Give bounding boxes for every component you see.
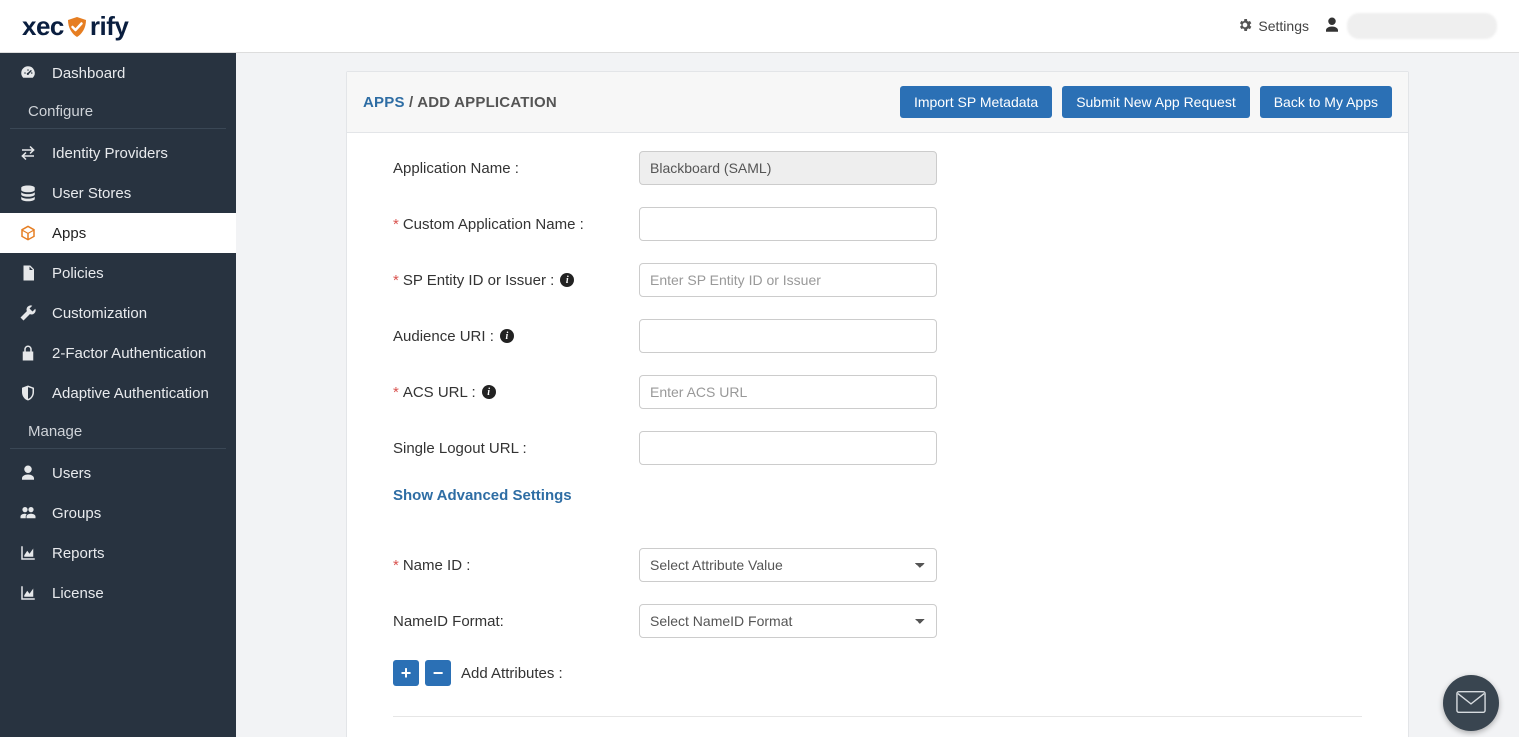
breadcrumb-current: ADD APPLICATION xyxy=(417,94,557,111)
brand-part1: xec xyxy=(22,11,64,42)
sidebar-item-dashboard[interactable]: Dashboard xyxy=(0,53,236,93)
settings-link[interactable]: Settings xyxy=(1237,17,1309,36)
import-sp-metadata-button[interactable]: Import SP Metadata xyxy=(900,86,1052,118)
chart-icon xyxy=(18,583,38,603)
shield-check-icon xyxy=(65,15,89,39)
wrench-icon xyxy=(18,303,38,323)
row-acs-url: *ACS URL : i xyxy=(393,375,1362,409)
select-nameid-format[interactable]: Select NameID Format xyxy=(639,604,937,638)
submit-new-app-button[interactable]: Submit New App Request xyxy=(1062,86,1250,118)
panel-action-buttons: Import SP Metadata Submit New App Reques… xyxy=(900,86,1392,118)
sidebar-item-adaptive-auth[interactable]: Adaptive Authentication xyxy=(0,373,236,413)
user-name-obscured xyxy=(1347,13,1497,39)
chart-icon xyxy=(18,543,38,563)
sidebar-item-label: Groups xyxy=(52,505,101,522)
input-single-logout-url[interactable] xyxy=(639,431,937,465)
sidebar-item-label: Policies xyxy=(52,265,104,282)
info-icon[interactable]: i xyxy=(560,273,574,287)
sidebar-section-manage: Manage xyxy=(10,413,226,449)
row-nameid-format: NameID Format: Select NameID Format xyxy=(393,604,1362,638)
label-add-attributes: Add Attributes : xyxy=(461,665,563,682)
input-application-name xyxy=(639,151,937,185)
sidebar-item-reports[interactable]: Reports xyxy=(0,533,236,573)
sidebar-item-license[interactable]: License xyxy=(0,573,236,613)
row-add-attributes: + − Add Attributes : xyxy=(393,660,1362,686)
label-audience-uri: Audience URI : i xyxy=(393,328,639,345)
mail-icon xyxy=(1456,690,1486,717)
sidebar-section-configure: Configure xyxy=(10,93,226,129)
label-name-id: *Name ID : xyxy=(393,557,639,574)
label-acs-url: *ACS URL : i xyxy=(393,384,639,401)
label-sp-entity-id: *SP Entity ID or Issuer : i xyxy=(393,272,639,289)
sidebar: Dashboard Configure Identity Providers U… xyxy=(0,53,236,737)
input-custom-application-name[interactable] xyxy=(639,207,937,241)
add-attribute-button[interactable]: + xyxy=(393,660,419,686)
sidebar-item-identity-providers[interactable]: Identity Providers xyxy=(0,133,236,173)
sidebar-item-apps[interactable]: Apps xyxy=(0,213,236,253)
input-audience-uri[interactable] xyxy=(639,319,937,353)
contact-mail-fab[interactable] xyxy=(1443,675,1499,731)
users-icon xyxy=(18,503,38,523)
brand-logo: xec rify xyxy=(22,11,128,42)
user-icon xyxy=(1323,16,1341,37)
breadcrumb: APPS / ADD APPLICATION xyxy=(363,94,557,111)
user-menu[interactable] xyxy=(1323,13,1497,39)
topbar: xec rify Settings xyxy=(0,0,1519,53)
row-audience-uri: Audience URI : i xyxy=(393,319,1362,353)
document-icon xyxy=(18,263,38,283)
cube-icon xyxy=(18,223,38,243)
settings-label: Settings xyxy=(1258,18,1309,34)
sidebar-item-label: User Stores xyxy=(52,185,131,202)
row-sp-entity-id: *SP Entity ID or Issuer : i xyxy=(393,263,1362,297)
sidebar-item-label: Users xyxy=(52,465,91,482)
remove-attribute-button[interactable]: − xyxy=(425,660,451,686)
shield-icon xyxy=(18,383,38,403)
database-icon xyxy=(18,183,38,203)
sidebar-item-label: Adaptive Authentication xyxy=(52,385,209,402)
add-application-panel: APPS / ADD APPLICATION Import SP Metadat… xyxy=(346,71,1409,737)
row-name-id: *Name ID : Select Attribute Value xyxy=(393,548,1362,582)
sidebar-item-user-stores[interactable]: User Stores xyxy=(0,173,236,213)
sidebar-item-label: Identity Providers xyxy=(52,145,168,162)
select-name-id[interactable]: Select Attribute Value xyxy=(639,548,937,582)
lock-icon xyxy=(18,343,38,363)
label-single-logout-url: Single Logout URL : xyxy=(393,440,639,457)
label-nameid-format: NameID Format: xyxy=(393,613,639,630)
panel-body: Application Name : *Custom Application N… xyxy=(347,133,1408,737)
label-application-name: Application Name : xyxy=(393,160,639,177)
sidebar-item-label: License xyxy=(52,585,104,602)
sidebar-item-label: 2-Factor Authentication xyxy=(52,345,206,362)
row-single-logout-url: Single Logout URL : xyxy=(393,431,1362,465)
input-sp-entity-id[interactable] xyxy=(639,263,937,297)
row-custom-application-name: *Custom Application Name : xyxy=(393,207,1362,241)
row-application-name: Application Name : xyxy=(393,151,1362,185)
breadcrumb-root[interactable]: APPS xyxy=(363,94,405,111)
sidebar-item-label: Dashboard xyxy=(52,65,125,82)
sidebar-item-users[interactable]: Users xyxy=(0,453,236,493)
sidebar-item-groups[interactable]: Groups xyxy=(0,493,236,533)
info-icon[interactable]: i xyxy=(500,329,514,343)
sidebar-item-policies[interactable]: Policies xyxy=(0,253,236,293)
user-icon xyxy=(18,463,38,483)
sidebar-item-2fa[interactable]: 2-Factor Authentication xyxy=(0,333,236,373)
show-advanced-settings-link[interactable]: Show Advanced Settings xyxy=(393,487,572,504)
main-content: APPS / ADD APPLICATION Import SP Metadat… xyxy=(236,53,1519,737)
info-icon[interactable]: i xyxy=(482,385,496,399)
back-to-my-apps-button[interactable]: Back to My Apps xyxy=(1260,86,1392,118)
sidebar-item-customization[interactable]: Customization xyxy=(0,293,236,333)
gear-icon xyxy=(1237,17,1253,36)
sidebar-item-label: Customization xyxy=(52,305,147,322)
panel-header: APPS / ADD APPLICATION Import SP Metadat… xyxy=(347,72,1408,133)
section-divider xyxy=(393,716,1362,717)
sidebar-item-label: Apps xyxy=(52,225,86,242)
topbar-right: Settings xyxy=(1237,13,1497,39)
sidebar-item-label: Reports xyxy=(52,545,105,562)
label-custom-application-name: *Custom Application Name : xyxy=(393,216,639,233)
dashboard-icon xyxy=(18,63,38,83)
exchange-icon xyxy=(18,143,38,163)
input-acs-url[interactable] xyxy=(639,375,937,409)
brand-part2: rify xyxy=(90,11,128,42)
